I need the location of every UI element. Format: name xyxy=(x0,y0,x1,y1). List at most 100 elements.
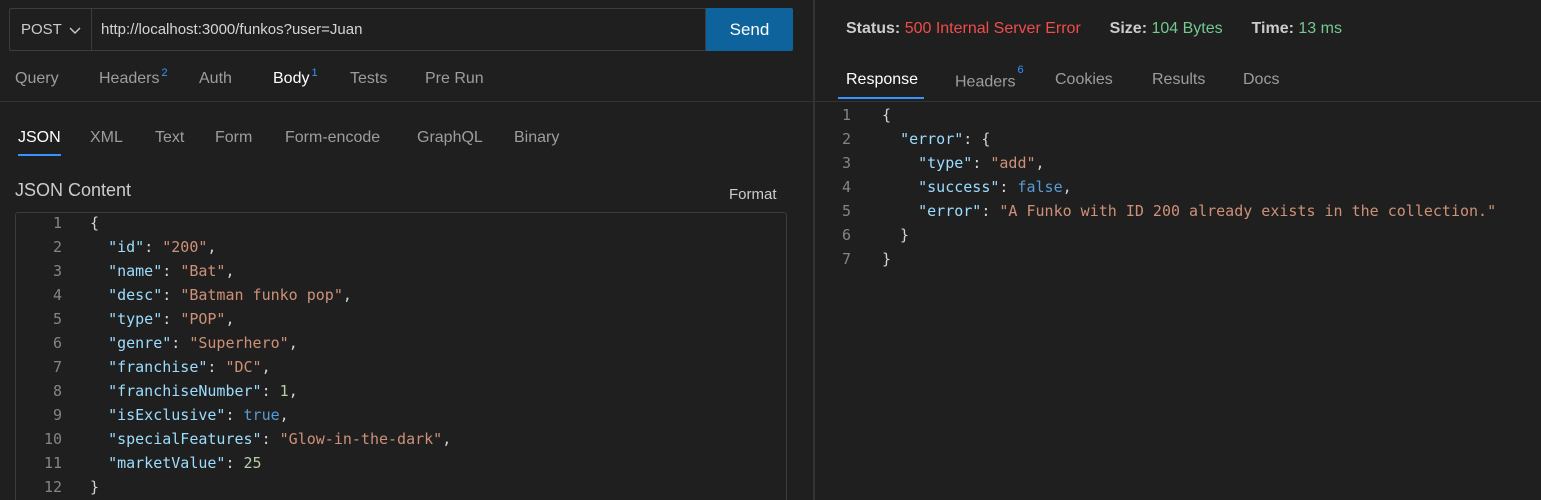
format-button[interactable]: Format xyxy=(729,186,777,203)
code-text: { xyxy=(90,214,100,232)
status-value: 500 Internal Server Error xyxy=(904,20,1081,37)
code-line: 3 "name": "Bat", xyxy=(16,259,786,283)
tab-label: Response xyxy=(846,71,919,88)
tab-label: Cookies xyxy=(1055,71,1113,88)
method-select[interactable]: POST xyxy=(9,8,91,51)
tab-response-headers[interactable]: Headers6 xyxy=(955,64,1024,91)
code-line: 7 "franchise": "DC", xyxy=(16,355,786,379)
line-number: 12 xyxy=(43,478,62,496)
line-number: 5 xyxy=(52,310,62,328)
request-panel: POST http://localhost:3000/funkos?user=J… xyxy=(0,0,813,500)
code-line: 12} xyxy=(16,475,786,499)
code-text: "name": "Bat", xyxy=(108,262,235,280)
code-text: } xyxy=(90,478,100,496)
status-label: Status: xyxy=(846,20,901,37)
response-panel: Status: 500 Internal Server Error Size: … xyxy=(815,0,1541,500)
code-text: "type": "POP", xyxy=(108,310,235,328)
tab-label: Headers xyxy=(955,73,1016,91)
subtab-binary[interactable]: Binary xyxy=(514,129,559,147)
tab-badge: 6 xyxy=(1017,64,1024,76)
tab-badge: 2 xyxy=(161,67,168,79)
line-number: 3 xyxy=(841,154,851,172)
tab-badge: 1 xyxy=(311,67,318,79)
url-bar: POST http://localhost:3000/funkos?user=J… xyxy=(9,8,793,51)
code-line: 7} xyxy=(815,247,1541,271)
tab-response[interactable]: Response xyxy=(837,71,925,99)
line-number: 5 xyxy=(841,202,851,220)
line-number: 9 xyxy=(52,406,62,424)
code-text: "marketValue": 25 xyxy=(108,454,262,472)
subtab-form[interactable]: Form xyxy=(215,129,252,147)
code-line: 6 "genre": "Superhero", xyxy=(16,331,786,355)
code-line: 2 "error": { xyxy=(815,127,1541,151)
code-text: "isExclusive": true, xyxy=(108,406,289,424)
tab-label: Tests xyxy=(350,70,388,87)
code-line: 11 "marketValue": 25 xyxy=(16,451,786,475)
tab-label: Results xyxy=(1152,71,1206,88)
request-body-editor[interactable]: 1{2 "id": "200", 3 "name": "Bat", 4 "desc"… xyxy=(15,212,787,500)
code-text: "error": "A Funko with ID 200 already ex… xyxy=(918,202,1497,220)
url-value: http://localhost:3000/funkos?user=Juan xyxy=(101,21,363,38)
code-text: "genre": "Superhero", xyxy=(108,334,298,352)
line-number: 1 xyxy=(52,214,62,232)
subtab-xml[interactable]: XML xyxy=(90,129,123,147)
code-line: 9 "isExclusive": true, xyxy=(16,403,786,427)
time-value: 13 ms xyxy=(1298,20,1342,37)
tab-label: Query xyxy=(15,70,59,87)
code-line: 2 "id": "200", xyxy=(16,235,786,259)
response-tabs: Response Headers6 Cookies Results Docs xyxy=(815,60,1541,102)
tab-label: Docs xyxy=(1243,71,1280,88)
code-line: 1{ xyxy=(16,211,786,235)
code-line: 6 } xyxy=(815,223,1541,247)
tab-docs[interactable]: Docs xyxy=(1243,71,1279,89)
code-line: 5 "error": "A Funko with ID 200 already … xyxy=(815,199,1541,223)
request-tabs: Query Headers 2 Auth Body 1 Tests Pre Run xyxy=(0,60,813,102)
tab-body[interactable]: Body 1 xyxy=(273,67,318,102)
code-text: "error": { xyxy=(900,130,991,148)
code-text: "id": "200", xyxy=(108,238,217,256)
tab-tests[interactable]: Tests xyxy=(350,70,387,102)
code-text: "success": false, xyxy=(918,178,1072,196)
code-text: "franchiseNumber": 1, xyxy=(108,382,298,400)
time-label: Time: xyxy=(1251,20,1294,37)
body-type-tabs: JSON XML Text Form Form-encode GraphQL B… xyxy=(0,118,813,158)
subtab-form-encode[interactable]: Form-encode xyxy=(285,129,380,147)
size-value: 104 Bytes xyxy=(1151,20,1223,37)
tab-label: Body xyxy=(273,70,310,87)
code-text: "desc": "Batman funko pop", xyxy=(108,286,352,304)
code-text: "specialFeatures": "Glow-in-the-dark", xyxy=(108,430,452,448)
line-number: 6 xyxy=(841,226,851,244)
tab-headers[interactable]: Headers 2 xyxy=(99,67,168,102)
code-line: 4 "success": false, xyxy=(815,175,1541,199)
code-line: 5 "type": "POP", xyxy=(16,307,786,331)
tab-pre-run[interactable]: Pre Run xyxy=(425,70,484,102)
tab-label: Pre Run xyxy=(425,70,484,87)
code-text: "franchise": "DC", xyxy=(108,358,271,376)
code-line: 10 "specialFeatures": "Glow-in-the-dark"… xyxy=(16,427,786,451)
tab-query[interactable]: Query xyxy=(15,70,59,102)
line-number: 11 xyxy=(43,454,62,472)
subtab-text[interactable]: Text xyxy=(155,129,184,147)
url-input[interactable]: http://localhost:3000/funkos?user=Juan xyxy=(91,8,706,51)
tab-label: Auth xyxy=(199,70,232,87)
line-number: 6 xyxy=(52,334,62,352)
tab-auth[interactable]: Auth xyxy=(199,70,232,102)
line-number: 1 xyxy=(841,106,851,124)
response-body-viewer[interactable]: 1{2 "error": {3 "type": "add", 4 "success… xyxy=(815,103,1541,500)
subtab-graphql[interactable]: GraphQL xyxy=(417,129,483,147)
line-number: 7 xyxy=(52,358,62,376)
tab-cookies[interactable]: Cookies xyxy=(1055,71,1113,89)
code-text: } xyxy=(882,250,892,268)
line-number: 10 xyxy=(43,430,62,448)
chevron-down-icon xyxy=(69,27,81,34)
send-button[interactable]: Send xyxy=(706,8,793,51)
code-text: } xyxy=(882,226,910,244)
json-content-title: JSON Content xyxy=(15,180,132,200)
line-number: 3 xyxy=(52,262,62,280)
size-label: Size: xyxy=(1109,20,1148,37)
subtab-json[interactable]: JSON xyxy=(18,129,61,156)
tab-results[interactable]: Results xyxy=(1152,71,1205,89)
line-number: 7 xyxy=(841,250,851,268)
line-number: 4 xyxy=(52,286,62,304)
line-number: 4 xyxy=(841,178,851,196)
